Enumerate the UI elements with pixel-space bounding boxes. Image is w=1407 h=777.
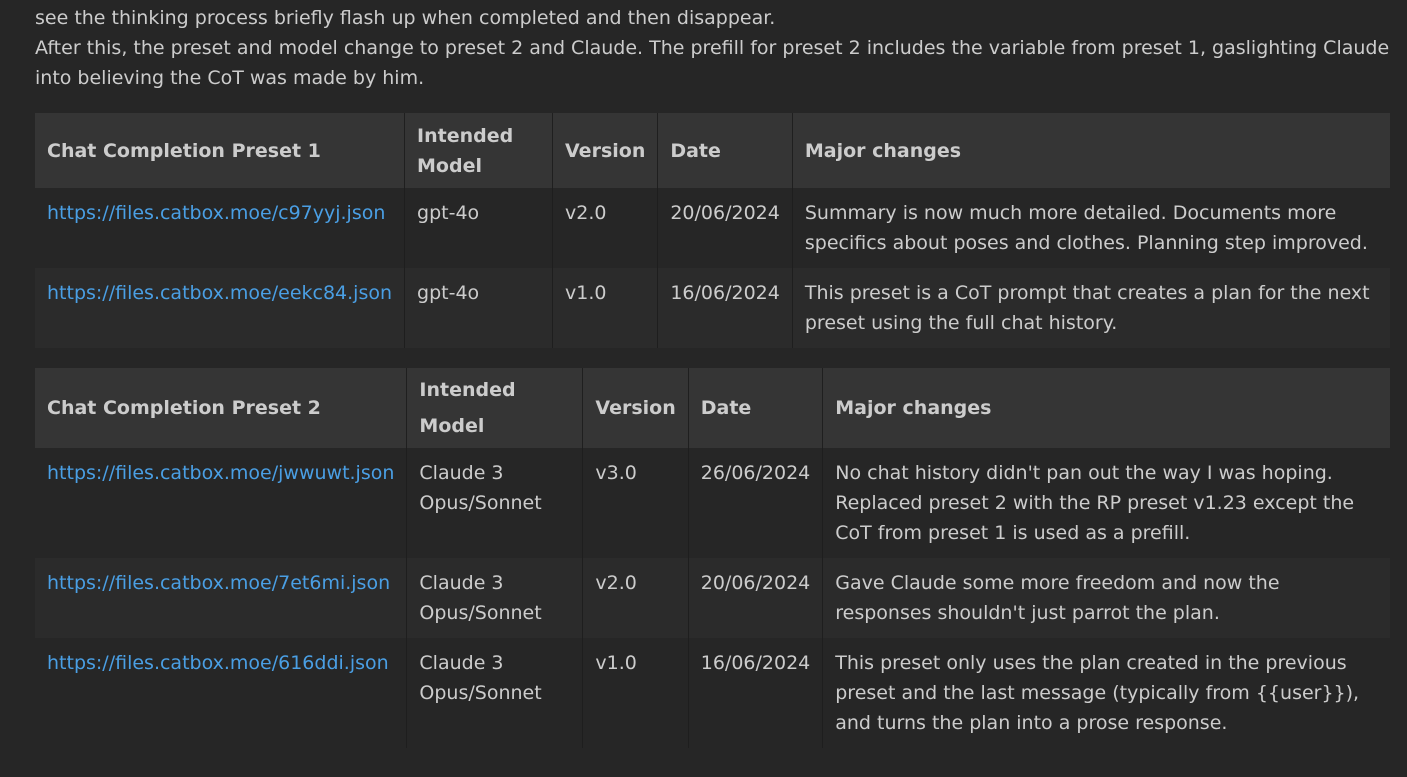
column-header-preset: Chat Completion Preset 1 <box>47 140 321 162</box>
table-header-row: Chat Completion Preset 2 Intended Model … <box>35 368 1390 448</box>
model-cell: Claude 3 Opus/Sonnet <box>406 558 583 638</box>
preset-2-table: Chat Completion Preset 2 Intended Model … <box>35 368 1390 748</box>
date-cell: 20/06/2024 <box>657 188 793 268</box>
intro-line-1: Once this CoT finishes it will automatic… <box>35 7 776 29</box>
version-cell: v3.0 <box>582 448 689 558</box>
table-header-row: Chat Completion Preset 1 Intended Model … <box>35 113 1390 188</box>
preset-link-cell: https://files.catbox.moe/jwwuwt.json <box>35 448 407 558</box>
table-row: https://files.catbox.moe/c97yyj.json gpt… <box>35 188 1390 268</box>
changes-cell: No chat history didn't pan out the way I… <box>822 448 1390 558</box>
preset-link[interactable]: https://files.catbox.moe/7et6mi.json <box>47 572 390 594</box>
preset-link-cell: https://files.catbox.moe/7et6mi.json <box>35 558 407 638</box>
preset-link-cell: https://files.catbox.moe/eekc84.json <box>35 268 405 348</box>
intro-line-2: After this, the preset and model change … <box>35 37 1390 89</box>
table-row: https://files.catbox.moe/jwwuwt.json Cla… <box>35 448 1390 558</box>
version-cell: v2.0 <box>552 188 658 268</box>
changes-cell: Gave Claude some more freedom and now th… <box>822 558 1390 638</box>
date-cell: 26/06/2024 <box>687 448 823 558</box>
table-row: https://files.catbox.moe/eekc84.json gpt… <box>35 268 1390 348</box>
column-header-model: Intended Model <box>406 368 583 448</box>
model-cell: gpt-4o <box>404 188 553 268</box>
version-cell: v1.0 <box>582 638 689 748</box>
preset-link[interactable]: https://files.catbox.moe/c97yyj.json <box>47 202 385 224</box>
column-header-changes: Major changes <box>791 113 1390 188</box>
column-header-date: Date <box>687 368 823 448</box>
model-cell: gpt-4o <box>404 268 553 348</box>
column-header-date: Date <box>657 113 793 188</box>
changes-cell: This preset is a CoT prompt that creates… <box>791 268 1390 348</box>
date-cell: 20/06/2024 <box>687 558 823 638</box>
column-header-preset: Chat Completion Preset 2 <box>47 397 321 419</box>
document-content: Once this CoT finishes it will automatic… <box>35 0 1390 748</box>
preset-link[interactable]: https://files.catbox.moe/jwwuwt.json <box>47 462 394 484</box>
date-cell: 16/06/2024 <box>657 268 793 348</box>
table-row: https://files.catbox.moe/7et6mi.json Cla… <box>35 558 1390 638</box>
version-cell: v1.0 <box>552 268 658 348</box>
column-header-version: Version <box>552 113 658 188</box>
preset-1-table: Chat Completion Preset 1 Intended Model … <box>35 113 1390 348</box>
column-header-version: Version <box>582 368 689 448</box>
preset-link-cell: https://files.catbox.moe/c97yyj.json <box>35 188 405 268</box>
model-cell: Claude 3 Opus/Sonnet <box>406 448 583 558</box>
table-row: https://files.catbox.moe/616ddi.json Cla… <box>35 638 1390 748</box>
changes-cell: This preset only uses the plan created i… <box>822 638 1390 748</box>
column-header-changes: Major changes <box>822 368 1390 448</box>
model-cell: Claude 3 Opus/Sonnet <box>406 638 583 748</box>
preset-link[interactable]: https://files.catbox.moe/616ddi.json <box>47 652 389 674</box>
document-panel: Once this CoT finishes it will automatic… <box>9 0 1407 777</box>
changes-cell: Summary is now much more detailed. Docum… <box>791 188 1390 268</box>
date-cell: 16/06/2024 <box>687 638 823 748</box>
preset-link[interactable]: https://files.catbox.moe/eekc84.json <box>47 282 392 304</box>
version-cell: v2.0 <box>582 558 689 638</box>
preset-link-cell: https://files.catbox.moe/616ddi.json <box>35 638 407 748</box>
column-header-model: Intended Model <box>404 113 553 188</box>
intro-paragraph: Once this CoT finishes it will automatic… <box>35 0 1390 93</box>
